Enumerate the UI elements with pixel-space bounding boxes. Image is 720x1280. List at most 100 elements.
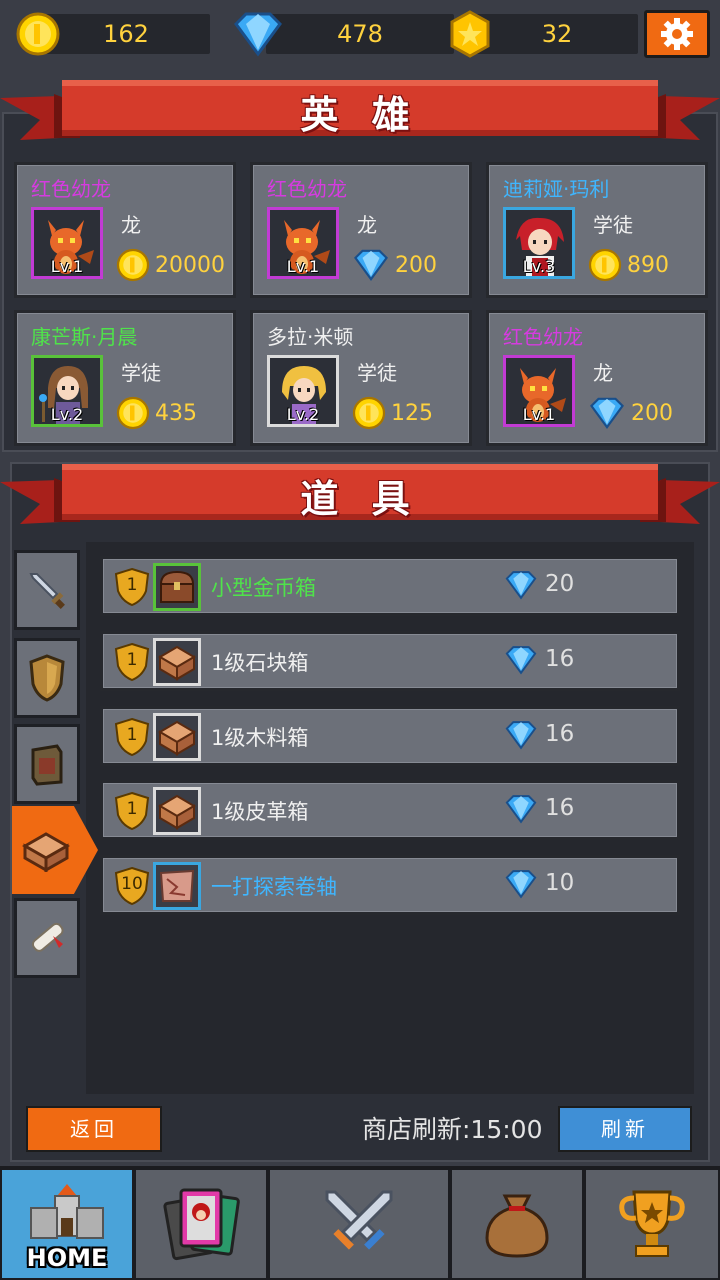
gold-value: 162 xyxy=(42,14,210,54)
sword-icon xyxy=(29,573,65,609)
refresh-button[interactable]: 刷新 xyxy=(558,1106,692,1152)
hero-name: 红色幼龙 xyxy=(31,177,111,201)
diamond-icon xyxy=(505,646,537,675)
material-block-icon xyxy=(31,744,63,786)
crate-icon xyxy=(158,720,196,756)
hero-role: 龙 xyxy=(357,213,377,237)
nav-battle[interactable] xyxy=(268,1168,450,1280)
gear-icon xyxy=(661,18,693,50)
hero-price: 200 xyxy=(351,245,437,285)
star-coin-counter: 32 xyxy=(446,10,638,58)
item-price: 16 xyxy=(545,721,575,747)
nav-heroes[interactable] xyxy=(134,1168,268,1280)
hero-card[interactable]: 迪莉娅·玛利 Lv.3 学徒 890 xyxy=(486,162,708,298)
crossed-swords-icon xyxy=(325,1190,393,1250)
tab-scrolls[interactable] xyxy=(14,898,80,978)
quantity-badge-value: 1 xyxy=(126,575,138,595)
item-name: 1级石块箱 xyxy=(211,651,309,675)
nav-home-label: HOME xyxy=(26,1244,108,1272)
item-price: 16 xyxy=(545,646,575,672)
item-icon-frame xyxy=(153,787,201,835)
back-button[interactable]: 返回 xyxy=(26,1106,162,1152)
hero-price: 20000 xyxy=(115,245,225,285)
hero-price: 125 xyxy=(351,393,433,433)
diamond-icon xyxy=(354,249,388,281)
hero-level: Lv.2 xyxy=(286,405,320,424)
item-price: 10 xyxy=(545,870,575,896)
hero-name: 迪莉娅·玛利 xyxy=(503,177,610,201)
item-icon-frame xyxy=(153,638,201,686)
quantity-badge: 1 xyxy=(113,567,151,607)
hero-level: Lv.1 xyxy=(522,405,556,424)
hero-cards-icon xyxy=(163,1188,240,1261)
item-icon-frame xyxy=(153,862,201,910)
star-coin-icon xyxy=(450,10,490,58)
item-name: 一打探索卷轴 xyxy=(211,875,337,899)
hero-name: 康芒斯·月晨 xyxy=(31,325,138,349)
map-scroll-icon xyxy=(159,869,195,902)
trophy-icon xyxy=(619,1190,685,1257)
hero-portrait: Lv.1 xyxy=(267,207,339,279)
nav-loot[interactable] xyxy=(450,1168,584,1280)
quantity-badge: 10 xyxy=(113,866,151,906)
hero-card[interactable]: 多拉·米顿 Lv.2 学徒 125 xyxy=(250,310,472,446)
item-row[interactable]: 1 1级皮革箱 16 xyxy=(100,780,680,840)
hero-portrait: Lv.2 xyxy=(267,355,339,427)
items-title: 道 具 xyxy=(300,477,420,521)
diamond-icon xyxy=(505,571,537,600)
hero-card[interactable]: 红色幼龙 Lv.1 龙 200 xyxy=(250,162,472,298)
hero-role: 学徒 xyxy=(593,213,633,237)
quantity-badge-value: 10 xyxy=(121,874,143,894)
item-row[interactable]: 1 1级石块箱 16 xyxy=(100,631,680,691)
loot-bag-icon xyxy=(485,1194,549,1258)
scroll-icon xyxy=(31,922,64,952)
gold-coin-icon xyxy=(352,396,386,430)
hero-name: 红色幼龙 xyxy=(267,177,347,201)
nav-trophy[interactable] xyxy=(584,1168,720,1280)
hero-level: Lv.2 xyxy=(50,405,84,424)
gold-counter: 162 xyxy=(14,12,210,56)
tab-armor[interactable] xyxy=(14,638,80,718)
tab-weapons[interactable] xyxy=(14,550,80,630)
diamond-icon xyxy=(590,397,624,429)
diamond-counter: 478 xyxy=(230,12,454,57)
gold-coin-icon xyxy=(588,248,622,282)
item-icon-frame xyxy=(153,563,201,611)
chest-icon xyxy=(21,832,71,872)
gold-coin-icon xyxy=(16,12,60,56)
diamond-icon xyxy=(505,721,537,750)
gold-coin-icon xyxy=(116,396,150,430)
tab-materials[interactable] xyxy=(14,724,80,804)
hero-portrait: Lv.2 xyxy=(31,355,103,427)
hero-name: 多拉·米顿 xyxy=(267,325,354,349)
item-icon-frame xyxy=(153,713,201,761)
item-row[interactable]: 10 一打探索卷轴 10 xyxy=(100,855,680,915)
hero-card[interactable]: 康芒斯·月晨 Lv.2 学徒 435 xyxy=(14,310,236,446)
item-row[interactable]: 1 小型金币箱 20 xyxy=(100,556,680,616)
items-banner: 道 具 xyxy=(0,462,720,538)
quantity-badge: 1 xyxy=(113,791,151,831)
hero-role: 龙 xyxy=(121,213,141,237)
quantity-badge-value: 1 xyxy=(126,650,138,670)
hero-level: Lv.1 xyxy=(286,257,320,276)
hero-price-value: 200 xyxy=(395,252,437,278)
item-name: 小型金币箱 xyxy=(211,576,316,600)
diamond-value: 478 xyxy=(266,14,454,54)
settings-button[interactable] xyxy=(644,10,710,58)
item-row[interactable]: 1 1级木料箱 16 xyxy=(100,706,680,766)
heroes-banner: 英 雄 xyxy=(0,78,720,154)
hero-price: 200 xyxy=(587,393,673,433)
hero-role: 学徒 xyxy=(357,361,397,385)
hero-level: Lv.1 xyxy=(50,257,84,276)
nav-home[interactable]: HOME xyxy=(0,1168,134,1280)
hero-card[interactable]: 红色幼龙 Lv.1 龙 200 xyxy=(486,310,708,446)
hero-card[interactable]: 红色幼龙 Lv.1 龙 20000 xyxy=(14,162,236,298)
hero-price-value: 200 xyxy=(631,400,673,426)
quantity-badge-value: 1 xyxy=(126,725,138,745)
diamond-icon xyxy=(505,870,537,899)
hero-price: 435 xyxy=(115,393,197,433)
shop-refresh-timer: 商店刷新:15:00 xyxy=(362,1115,543,1144)
hero-role: 龙 xyxy=(593,361,613,385)
hero-portrait: Lv.3 xyxy=(503,207,575,279)
hero-level: Lv.3 xyxy=(522,257,556,276)
